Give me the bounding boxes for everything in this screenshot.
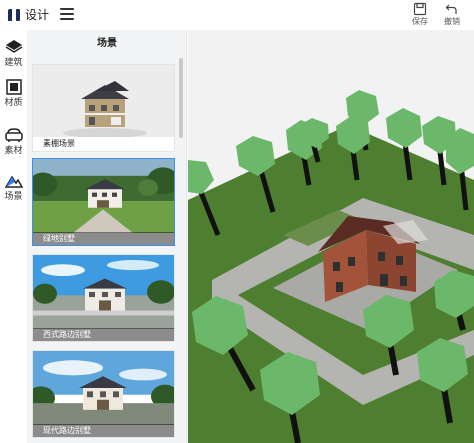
panel-scrollbar[interactable]: [179, 58, 183, 138]
scene-thumbnail: [33, 255, 174, 329]
app-root: 设计 保存 撤销 建筑 材质 素材 场景 场景 素棚场景 绿地别墅 西式路边别墅…: [0, 0, 474, 443]
undo-button[interactable]: 撤销: [438, 2, 466, 30]
scene-card-studio[interactable]: 素棚场景: [32, 64, 175, 152]
building-icon: [5, 40, 22, 53]
3d-viewport[interactable]: [188, 30, 474, 443]
scene-card-label: 绿地别墅: [33, 232, 174, 245]
scene-thumbnail: [33, 65, 174, 139]
rail-item-label: 场景: [4, 192, 23, 202]
left-rail: 建筑 材质 素材 场景: [0, 30, 27, 443]
rail-item-assets[interactable]: 素材: [0, 122, 27, 162]
scene-panel: 场景 素棚场景 绿地别墅 西式路边别墅 现代路边别墅: [27, 30, 187, 443]
scene-card-label: 西式路边别墅: [33, 328, 174, 341]
rail-item-material[interactable]: 材质: [0, 74, 27, 114]
panel-title: 场景: [97, 38, 117, 49]
rail-item-scene[interactable]: 场景: [0, 168, 27, 208]
scene-card-label: 素棚场景: [33, 137, 174, 151]
save-icon: [413, 2, 427, 16]
scene-thumbnail: [33, 351, 174, 425]
scene-thumbnail: [33, 159, 174, 233]
top-bar: 设计 保存 撤销: [0, 0, 474, 30]
scene-card-green-villa[interactable]: 绿地别墅: [32, 158, 175, 246]
scene-card-modern-villa[interactable]: 现代路边别墅: [32, 350, 175, 438]
scene-card-label: 现代路边别墅: [33, 424, 174, 437]
scene-icon: [4, 175, 23, 188]
rail-item-label: 材质: [4, 98, 23, 108]
logo-icon: [8, 9, 20, 21]
undo-icon: [445, 4, 457, 14]
menu-icon[interactable]: [60, 8, 74, 22]
scene-render: [188, 90, 474, 443]
undo-label: 撤销: [444, 17, 460, 26]
app-title: 设计: [25, 8, 50, 22]
rail-item-label: 建筑: [4, 58, 23, 68]
rail-item-building[interactable]: 建筑: [0, 34, 27, 74]
material-icon: [5, 79, 22, 95]
sofa-icon: [4, 128, 23, 142]
scene-card-western-villa[interactable]: 西式路边别墅: [32, 254, 175, 342]
rail-item-label: 素材: [4, 146, 23, 156]
save-label: 保存: [412, 17, 428, 26]
save-button[interactable]: 保存: [406, 2, 434, 30]
